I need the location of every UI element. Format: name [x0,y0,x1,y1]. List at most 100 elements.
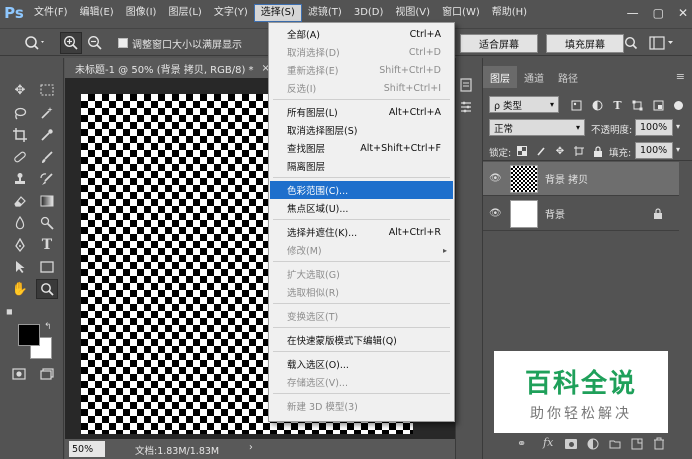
screen-mode-icon[interactable] [36,364,58,384]
menu-item[interactable]: 新建 3D 模型(3) [270,397,453,415]
opacity-chevron-icon[interactable]: ▾ [676,122,680,131]
pixel-filter-icon[interactable] [571,100,582,111]
shape-filter-icon[interactable] [632,100,643,111]
lasso-tool-icon[interactable] [9,103,31,123]
menu-item[interactable]: 所有图层(L) Alt+Ctrl+A [270,103,453,121]
minimize-icon[interactable]: — [627,6,639,20]
zoom-tool-icon[interactable] [36,279,58,299]
smart-object-filter-icon[interactable] [653,100,664,111]
pen-tool-icon[interactable] [9,235,31,255]
gradient-tool-icon[interactable] [36,191,58,211]
menu-item[interactable]: 反选(I) Shift+Ctrl+I [270,79,453,97]
menu-item[interactable]: 变换选区(T) [270,307,453,325]
lock-all-icon[interactable] [593,145,603,157]
dodge-tool-icon[interactable] [36,213,58,233]
menu-item[interactable]: 取消选择(D) Ctrl+D [270,43,453,61]
checkbox-box[interactable] [118,38,128,48]
status-menu-arrow-icon[interactable]: › [249,442,253,453]
menu-edit[interactable]: 编辑(E) [74,3,120,23]
history-brush-tool-icon[interactable] [36,169,58,189]
fit-screen-button[interactable]: 适合屏幕 [460,34,538,53]
menu-item[interactable]: 查找图层 Alt+Shift+Ctrl+F [270,139,453,157]
menu-file[interactable]: 文件(F) [28,3,74,23]
delete-layer-icon[interactable] [653,437,665,450]
zoom-level-field[interactable]: 50% [69,441,105,457]
marquee-tool-icon[interactable] [36,80,58,100]
menu-item[interactable]: 色彩范围(C)... [270,181,453,199]
fill-screen-button[interactable]: 填充屏幕 [546,34,624,53]
document-tab[interactable]: 未标题-1 @ 50% (背景 拷贝, RGB/8) * × [65,58,275,78]
menu-item[interactable]: 焦点区域(U)... [270,199,453,217]
lock-transparent-icon[interactable] [517,146,527,156]
new-layer-icon[interactable] [631,438,643,450]
visibility-eye-icon[interactable]: 👁 [489,208,502,219]
zoom-in-icon[interactable] [60,32,82,54]
path-selection-tool-icon[interactable] [9,257,31,277]
brush-tool-icon[interactable] [36,147,58,167]
visibility-eye-icon[interactable]: 👁 [489,173,502,184]
eraser-tool-icon[interactable] [9,191,31,211]
workspace-switcher-icon[interactable] [648,34,676,52]
eyedropper-tool-icon[interactable] [36,125,58,145]
menu-item[interactable]: 取消选择图层(S) [270,121,453,139]
layer-style-icon[interactable]: fx [543,436,553,449]
menu-item[interactable]: 隔离图层 [270,157,453,175]
blend-mode-select[interactable]: 正常 ▾ [489,119,585,136]
menu-type[interactable]: 文字(Y) [208,3,254,23]
lock-pixels-icon[interactable] [536,146,546,156]
swap-colors-icon[interactable]: ↰ [44,322,52,332]
add-mask-icon[interactable] [565,439,577,449]
maximize-icon[interactable]: ▢ [653,6,664,20]
type-tool-icon[interactable]: T [36,235,58,255]
menu-3d[interactable]: 3D(D) [348,3,390,23]
menu-item[interactable]: 修改(M) ▸ [270,241,453,259]
search-icon[interactable] [622,34,640,52]
menu-item[interactable]: 选择并遮住(K)... Alt+Ctrl+R [270,223,453,241]
menu-item[interactable]: 存储选区(V)... [270,373,453,391]
group-folder-icon[interactable] [609,438,621,450]
zoom-out-icon[interactable] [84,32,106,54]
link-layers-icon[interactable]: ⚭ [517,437,526,450]
adjustment-layer-icon[interactable] [587,438,599,450]
zoom-tool-preset-icon[interactable] [20,33,50,53]
lock-position-icon[interactable]: ✥ [556,146,564,157]
move-tool-icon[interactable]: ✥ [9,80,31,100]
menu-view[interactable]: 视图(V) [389,3,436,23]
filter-toggle-icon[interactable] [673,100,683,110]
menu-filter[interactable]: 滤镜(T) [302,3,348,23]
tab-channels[interactable]: 通道 [517,66,551,88]
menu-item[interactable]: 全部(A) Ctrl+A [270,25,453,43]
menu-item[interactable]: 载入选区(O)... [270,355,453,373]
close-icon[interactable]: ✕ [678,6,688,20]
fill-field[interactable]: 100% [635,142,673,159]
properties-panel-icon[interactable] [459,100,479,118]
resize-windows-checkbox[interactable]: 调整窗口大小以满屏显示 [118,34,242,52]
foreground-color-swatch[interactable] [18,324,40,346]
blur-tool-icon[interactable] [9,213,31,233]
menu-select[interactable]: 选择(S) [253,4,302,22]
layer-row[interactable]: 👁 背景 [483,197,679,231]
healing-brush-tool-icon[interactable] [9,147,31,167]
panel-menu-icon[interactable]: ≡ [676,70,685,83]
menu-window[interactable]: 窗口(W) [436,3,486,23]
magic-wand-tool-icon[interactable] [36,103,58,123]
type-filter-icon[interactable]: T [613,99,621,112]
fill-chevron-icon[interactable]: ▾ [676,145,680,154]
stamp-tool-icon[interactable] [9,169,31,189]
hand-tool-icon[interactable]: ✋ [9,279,31,299]
quick-mask-icon[interactable] [8,364,30,384]
tab-paths[interactable]: 路径 [551,66,585,88]
layer-name[interactable]: 背景 拷贝 [545,171,588,186]
menu-image[interactable]: 图像(I) [120,3,163,23]
kind-filter-select[interactable]: ρ 类型 ▾ [489,96,559,113]
rectangle-tool-icon[interactable] [36,257,58,277]
default-colors-icon[interactable]: ◼ [6,307,13,316]
layer-name[interactable]: 背景 [545,206,565,221]
menu-item[interactable]: 选取相似(R) [270,283,453,301]
menu-item[interactable]: 扩大选取(G) [270,265,453,283]
menu-layer[interactable]: 图层(L) [162,3,207,23]
tab-layers[interactable]: 图层 [483,66,517,88]
history-panel-icon[interactable] [459,78,479,96]
menu-item[interactable]: 在快速蒙版模式下编辑(Q) [270,331,453,349]
layer-row[interactable]: 👁 背景 拷贝 [483,162,679,196]
